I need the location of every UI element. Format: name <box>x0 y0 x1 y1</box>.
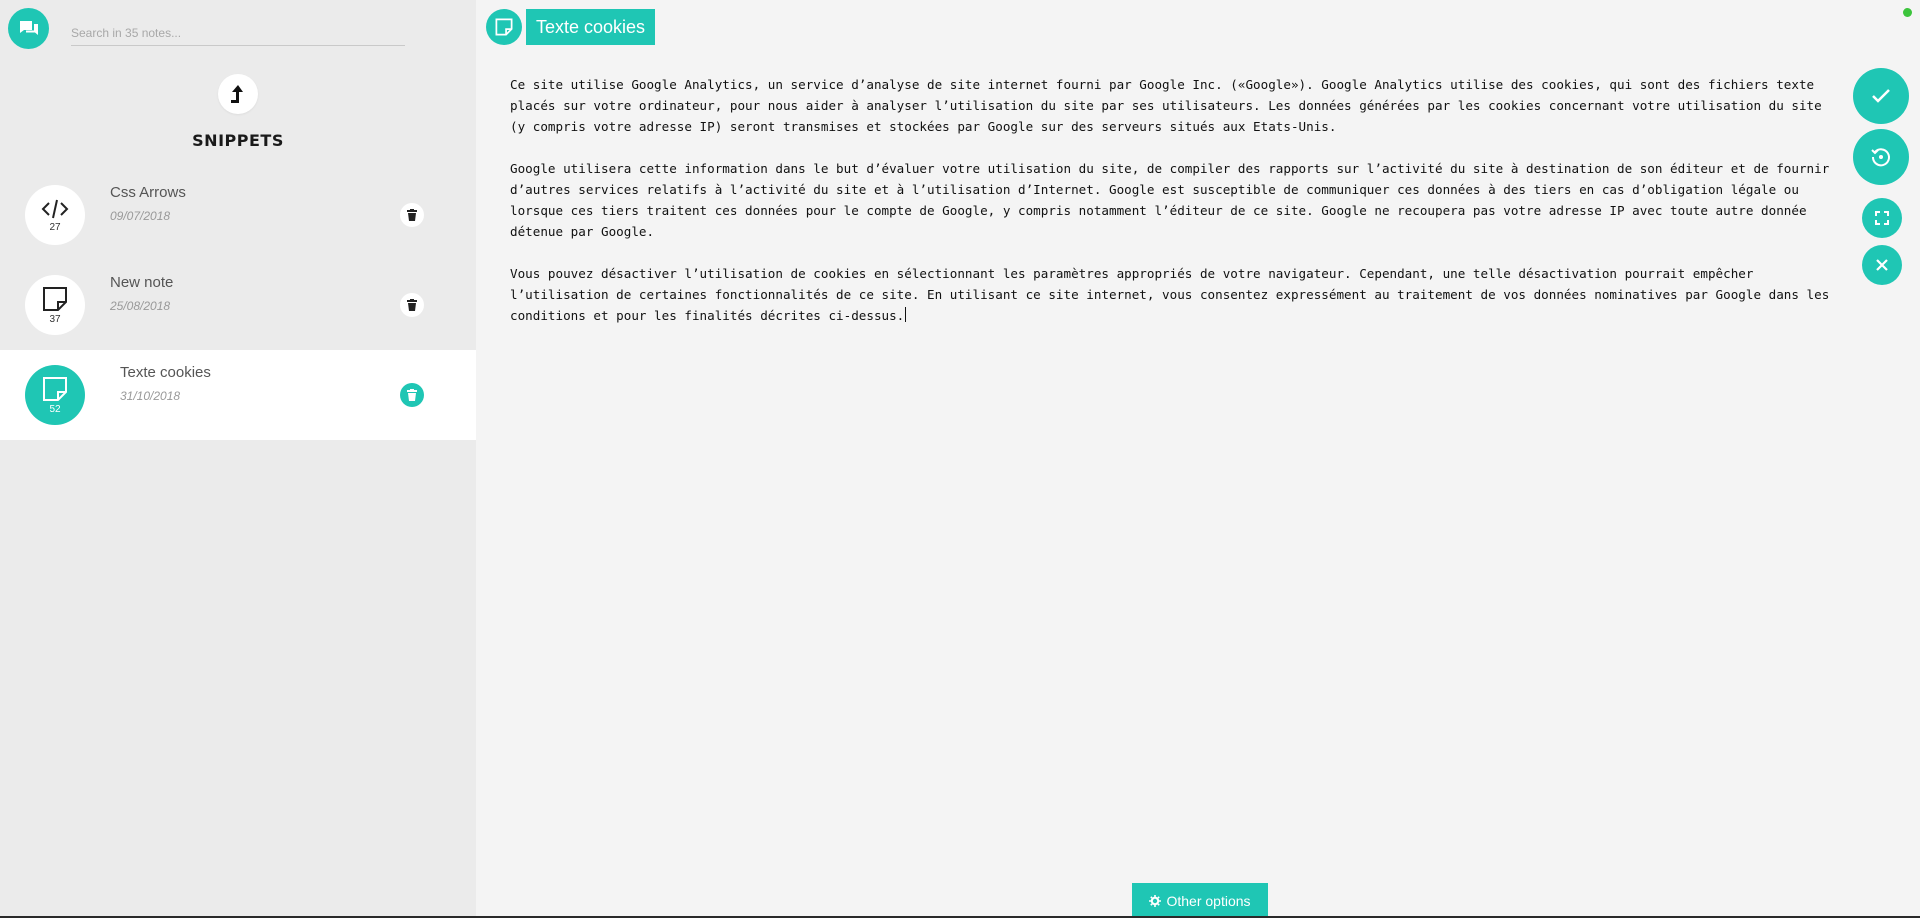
note-icon <box>43 376 67 401</box>
fullscreen-button[interactable] <box>1862 198 1902 238</box>
note-icon <box>495 18 513 36</box>
note-title: Css Arrows <box>110 184 186 201</box>
note-paragraph: Ce site utilise Google Analytics, un ser… <box>510 77 1822 134</box>
sync-status-indicator <box>1903 8 1912 17</box>
gear-icon <box>1149 894 1162 907</box>
note-paragraph: Vous pouvez désactiver l’utilisation de … <box>510 263 1840 326</box>
note-item[interactable]: 37 New note 25/08/2018 <box>0 260 476 350</box>
delete-note-button[interactable] <box>400 383 424 407</box>
note-avatar: 27 <box>25 185 85 245</box>
note-item[interactable]: 27 Css Arrows 09/07/2018 <box>0 170 476 260</box>
other-options-label: Other options <box>1166 892 1251 909</box>
trash-icon <box>407 299 417 311</box>
note-title-field[interactable]: Texte cookies <box>526 9 656 45</box>
code-icon <box>41 199 69 218</box>
note-date: 25/08/2018 <box>110 299 171 313</box>
sidebar: SNIPPETS 27 Css Arrows 09/07/2018 <box>0 0 476 918</box>
save-button[interactable] <box>1853 68 1909 124</box>
note-date: 09/07/2018 <box>110 209 171 223</box>
chat-bubbles-icon <box>19 20 38 35</box>
other-options-button[interactable]: Other options <box>1132 883 1268 918</box>
trash-icon <box>407 209 417 221</box>
note-count: 27 <box>49 221 61 233</box>
delete-note-button[interactable] <box>400 203 424 227</box>
trash-icon <box>407 389 417 401</box>
note-paragraph-text: Vous pouvez désactiver l’utilisation de … <box>510 266 1830 323</box>
arrow-up-left-icon <box>231 85 243 103</box>
search-box <box>71 22 405 46</box>
check-icon <box>1872 89 1890 103</box>
text-caret <box>905 307 907 322</box>
fullscreen-icon <box>1875 211 1889 225</box>
app-logo-button[interactable] <box>8 8 49 49</box>
delete-note-button[interactable] <box>400 293 424 317</box>
history-icon <box>1871 148 1890 167</box>
note-title: New note <box>110 274 174 291</box>
note-count: 52 <box>49 403 61 415</box>
note-avatar: 37 <box>25 275 85 335</box>
search-input[interactable] <box>71 22 405 44</box>
note-paragraph: Google utilisera cette information dans … <box>510 161 1830 239</box>
parent-folder-button[interactable] <box>218 74 258 114</box>
note-avatar: 52 <box>25 365 85 425</box>
note-title: Texte cookies <box>120 364 211 381</box>
note-editor[interactable]: Ce site utilise Google Analytics, un ser… <box>510 74 1840 347</box>
history-button[interactable] <box>1853 129 1909 185</box>
note-count: 37 <box>49 313 61 325</box>
close-icon <box>1876 259 1888 271</box>
editor-note-icon-badge <box>486 9 522 45</box>
note-list: 27 Css Arrows 09/07/2018 37 New note 25/… <box>0 170 476 440</box>
note-item-active[interactable]: 52 Texte cookies 31/10/2018 <box>0 350 476 440</box>
note-date: 31/10/2018 <box>120 389 181 403</box>
folder-title: SNIPPETS <box>192 131 284 150</box>
close-button[interactable] <box>1862 245 1902 285</box>
note-icon <box>43 286 67 311</box>
